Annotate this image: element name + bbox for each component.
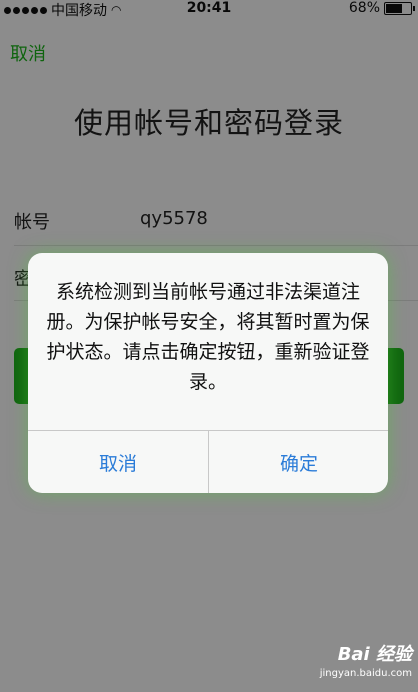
baidu-jingyan-watermark: Bai 经验 jingyan.baidu.com: [320, 640, 412, 679]
alert-confirm-button[interactable]: 确定: [209, 431, 388, 493]
alert-message: 系统检测到当前帐号通过非法渠道注册。为保护帐号安全，将其暂时置为保护状态。请点击…: [46, 281, 370, 393]
watermark-logo: Bai 经验: [337, 644, 412, 665]
alert-dialog: 系统检测到当前帐号通过非法渠道注册。为保护帐号安全，将其暂时置为保护状态。请点击…: [28, 253, 388, 493]
alert-cancel-button[interactable]: 取消: [28, 431, 208, 493]
watermark-url: jingyan.baidu.com: [319, 668, 412, 679]
